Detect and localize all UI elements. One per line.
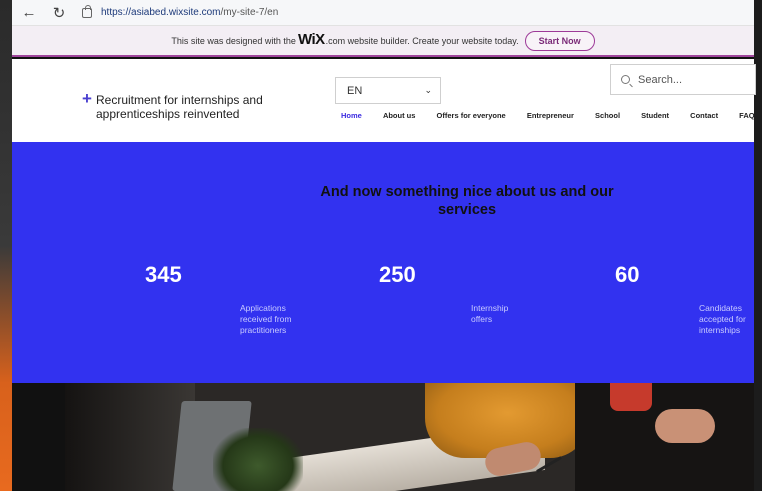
stat-desc-line: Candidates	[699, 303, 743, 313]
photo-plant	[213, 428, 303, 491]
photo-hand-right	[655, 409, 715, 443]
search-box[interactable]: Search...	[610, 64, 756, 95]
site-header: + Recruitment for internships and appren…	[12, 59, 756, 142]
nav-home[interactable]: Home	[341, 111, 362, 120]
stat-desc-line: Applications	[240, 303, 286, 313]
wix-ad-banner: This site was designed with the WiX .com…	[12, 26, 754, 57]
stat-desc-line: internships	[699, 325, 741, 335]
wix-logo: WiX	[297, 31, 325, 48]
banner-text-start: This site was designed with the	[171, 35, 296, 46]
stat-number-applications: 345	[145, 262, 182, 287]
screen: ← ↻ https://asiabed.wixsite.com /my-site…	[0, 0, 762, 491]
reload-icon[interactable]: ↻	[48, 2, 70, 24]
url-host: https://asiabed.wixsite.com	[101, 7, 221, 18]
stat-desc-line: received from	[240, 314, 292, 324]
stat-desc-line: offers	[471, 314, 493, 324]
site-brand[interactable]: + Recruitment for internships and appren…	[82, 89, 282, 121]
stat-desc-line: practitioners	[240, 325, 287, 335]
url-path: /my-site-7/en	[220, 7, 279, 18]
stat-number-offers: 250	[379, 262, 416, 287]
desktop-wallpaper-edge	[0, 0, 12, 491]
lock-icon	[82, 4, 92, 18]
banner-text-end: .com website builder. Create your websit…	[325, 35, 519, 46]
nav-entrepreneur[interactable]: Entrepreneur	[527, 111, 574, 120]
language-selector[interactable]: EN ⌄	[335, 77, 441, 104]
stat-number-candidates: 60	[615, 262, 640, 287]
stat-desc-candidates: Candidates accepted for internships	[699, 303, 754, 336]
nav-contact[interactable]: Contact	[690, 111, 718, 120]
language-value: EN	[347, 84, 363, 97]
stat-desc-applications: Applications received from practitioners	[240, 303, 320, 336]
chevron-down-icon: ⌄	[424, 85, 432, 95]
start-now-button[interactable]: Start Now	[524, 30, 595, 51]
address-bar[interactable]: https://asiabed.wixsite.com /my-site-7/e…	[82, 3, 278, 23]
brand-line-2: apprenticeships reinvented	[96, 107, 240, 121]
photo-mug	[610, 383, 652, 411]
browser-toolbar: ← ↻ https://asiabed.wixsite.com /my-site…	[12, 0, 754, 26]
plus-icon: +	[82, 89, 92, 108]
nav-student[interactable]: Student	[641, 111, 669, 120]
back-arrow-icon[interactable]: ←	[18, 2, 40, 24]
nav-offers-for-everyone[interactable]: Offers for everyone	[437, 111, 506, 120]
search-input[interactable]: Search...	[638, 74, 682, 86]
stat-desc-line: accepted for	[699, 314, 746, 324]
stat-desc-line: Internship	[471, 303, 509, 313]
nav-faq[interactable]: FAQ	[739, 111, 754, 120]
stats-section: And now something nice about us and our …	[12, 142, 754, 383]
stat-desc-offers: Internship offers	[471, 303, 551, 325]
nav-about-us[interactable]: About us	[383, 111, 416, 120]
search-icon	[621, 75, 630, 84]
office-photo	[65, 383, 754, 491]
main-nav: Home About us Offers for everyone Entrep…	[341, 111, 762, 120]
nav-school[interactable]: School	[595, 111, 620, 120]
section-tagline: And now something nice about us and our …	[320, 184, 614, 218]
brand-line-1: Recruitment for internships and	[96, 93, 263, 107]
